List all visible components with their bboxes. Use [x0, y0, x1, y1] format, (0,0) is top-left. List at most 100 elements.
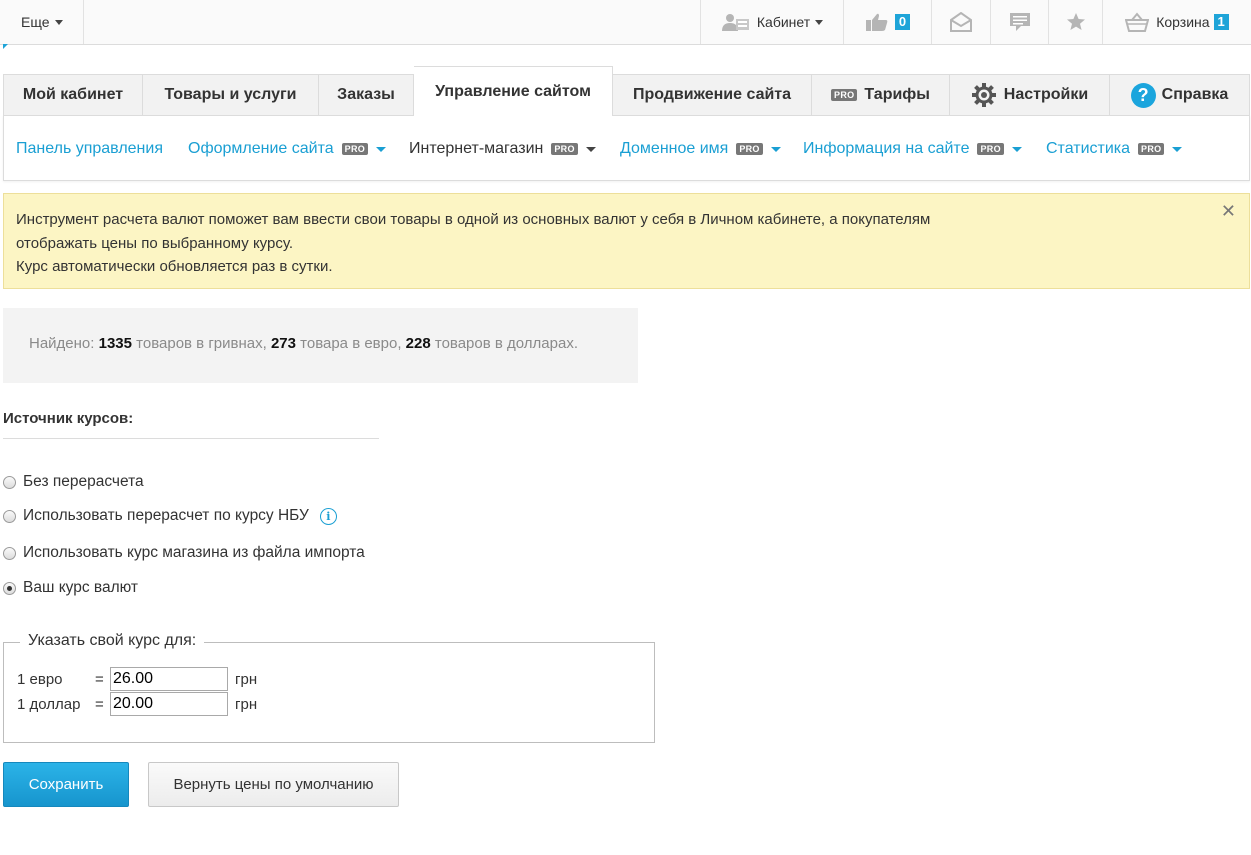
tab-site-management[interactable]: Управление сайтом [414, 66, 613, 116]
rate-source-title: Источник курсов: [3, 410, 379, 439]
radio-button[interactable] [3, 581, 16, 595]
subnav-online-store[interactable]: Интернет-магазин PRO [409, 140, 596, 158]
tab-label: Управление сайтом [435, 82, 591, 100]
cart-label: Корзина [1156, 14, 1210, 30]
save-button[interactable]: Сохранить [3, 762, 129, 807]
radio-label: Без перерасчета [23, 473, 144, 490]
subnav-site-info[interactable]: Информация на сайте PRO [803, 140, 1022, 158]
found-summary: Найдено: 1335 товаров в гривнах, 273 тов… [3, 308, 638, 383]
subnav-label: Статистика [1046, 140, 1131, 157]
info-alert: Инструмент расчета валют поможет вам вве… [3, 193, 1250, 289]
thumbs-up-icon [865, 13, 888, 31]
tab-site-promotion[interactable]: Продвижение сайта [613, 74, 812, 116]
radio-label: Ваш курс валют [23, 579, 139, 596]
subnav-label: Доменное имя [620, 140, 729, 157]
cabinet-label: Кабинет [756, 14, 811, 30]
pro-badge: PRO [977, 143, 1004, 155]
pro-badge: PRO [1138, 143, 1165, 155]
sub-navigation: Панель управления Оформление сайта PRO И… [3, 115, 1250, 181]
pro-badge: PRO [831, 89, 858, 101]
chevron-down-icon [770, 146, 781, 152]
more-menu[interactable]: Еще [0, 0, 84, 44]
fieldset-legend: Указать свой курс для: [20, 632, 205, 650]
equals-sign: = [95, 670, 104, 688]
tab-label: Тарифы [864, 86, 930, 103]
pro-badge: PRO [736, 143, 763, 155]
tab-my-cabinet[interactable]: Мой кабинет [3, 74, 143, 116]
basket-icon [1125, 12, 1150, 32]
chevron-down-icon [815, 19, 824, 25]
cart-button[interactable]: Корзина 1 [1102, 0, 1251, 44]
tab-help[interactable]: ? Справка [1110, 74, 1250, 116]
tab-products[interactable]: Товары и услуги [143, 74, 319, 116]
likes-button[interactable]: 0 [843, 0, 931, 44]
pro-badge: PRO [551, 143, 578, 155]
alert-line: отображать цены по выбранному курсу. [16, 234, 294, 252]
subnav-label: Панель управления [16, 140, 163, 157]
subnav-statistics[interactable]: Статистика PRO [1046, 140, 1183, 158]
eur-rate-input[interactable] [110, 667, 228, 691]
subnav-label: Информация на сайте [803, 140, 970, 157]
users-icon [721, 14, 749, 31]
chevron-down-icon [376, 146, 387, 152]
radio-button[interactable] [3, 475, 16, 489]
reset-prices-button[interactable]: Вернуть цены по умолчанию [148, 762, 399, 807]
chevron-down-icon [1172, 146, 1183, 152]
tab-settings[interactable]: Настройки [950, 74, 1110, 116]
more-menu-label: Еще [21, 14, 50, 30]
question-icon: ? [1130, 82, 1156, 108]
comment-icon [1009, 13, 1030, 31]
chevron-down-icon [54, 19, 63, 25]
tab-label: Продвижение сайта [632, 86, 792, 103]
usd-rate-input[interactable] [110, 692, 228, 716]
subnav-site-design[interactable]: Оформление сайта PRO [188, 140, 387, 158]
usd-text: товаров в долларах. [434, 335, 578, 352]
usd-count: 228 [405, 335, 431, 352]
gear-icon [971, 83, 996, 107]
subnav-label: Оформление сайта [188, 140, 334, 157]
cart-count-badge: 1 [1213, 14, 1229, 30]
alert-line: Курс автоматически обновляется раз в сут… [16, 258, 333, 275]
corner-marker [3, 44, 8, 49]
radio-import-rate[interactable]: Использовать курс магазина из файла импо… [3, 544, 365, 562]
radio-custom-rate[interactable]: Ваш курс валют [3, 579, 138, 597]
pro-badge: PRO [341, 143, 369, 155]
main-tabs: Мой кабинет Товары и услуги Заказы Управ… [3, 66, 1250, 116]
usd-label: 1 доллар [17, 695, 81, 713]
chevron-down-icon [585, 146, 596, 152]
radio-button[interactable] [3, 509, 16, 523]
close-icon[interactable]: ✕ [1221, 200, 1236, 224]
tab-tariffs[interactable]: PRO Тарифы [812, 74, 950, 116]
eur-count: 273 [270, 335, 296, 352]
radio-no-recalc[interactable]: Без перерасчета [3, 473, 144, 491]
comments-button[interactable] [990, 0, 1048, 44]
eur-label: 1 евро [17, 670, 63, 688]
unit-label: грн [235, 670, 258, 688]
chevron-down-icon [1011, 146, 1022, 152]
tab-label: Товары и услуги [164, 86, 297, 103]
star-icon [1066, 13, 1085, 30]
envelope-icon [950, 12, 972, 32]
eur-text: товара в евро, [300, 335, 402, 352]
radio-label: Использовать курс магазина из файла импо… [23, 544, 365, 561]
subnav-domain[interactable]: Доменное имя PRO [620, 140, 781, 158]
radio-button[interactable] [3, 546, 16, 560]
equals-sign: = [95, 695, 104, 713]
usd-rate-row: 1 доллар = грн [17, 692, 257, 716]
alert-line: Инструмент расчета валют поможет вам вве… [16, 211, 931, 228]
radio-nbu-rate[interactable]: Использовать перерасчет по курсу НБУ i [3, 507, 337, 525]
favorites-button[interactable] [1048, 0, 1102, 44]
found-prefix: Найдено: [29, 335, 95, 352]
tab-orders[interactable]: Заказы [319, 74, 414, 116]
radio-label: Использовать перерасчет по курсу НБУ [23, 507, 309, 524]
tab-label: Заказы [337, 86, 395, 103]
tab-label: Справка [1161, 86, 1229, 103]
likes-count-badge: 0 [894, 14, 911, 30]
messages-button[interactable] [931, 0, 990, 44]
subnav-dashboard[interactable]: Панель управления [16, 140, 163, 158]
tab-label: Мой кабинет [22, 86, 124, 103]
custom-rate-fieldset: Указать свой курс для: 1 евро = грн 1 до… [3, 632, 655, 743]
info-icon[interactable]: i [319, 507, 337, 525]
uah-text: товаров в гривнах, [136, 335, 267, 352]
cabinet-menu[interactable]: Кабинет [700, 0, 843, 44]
